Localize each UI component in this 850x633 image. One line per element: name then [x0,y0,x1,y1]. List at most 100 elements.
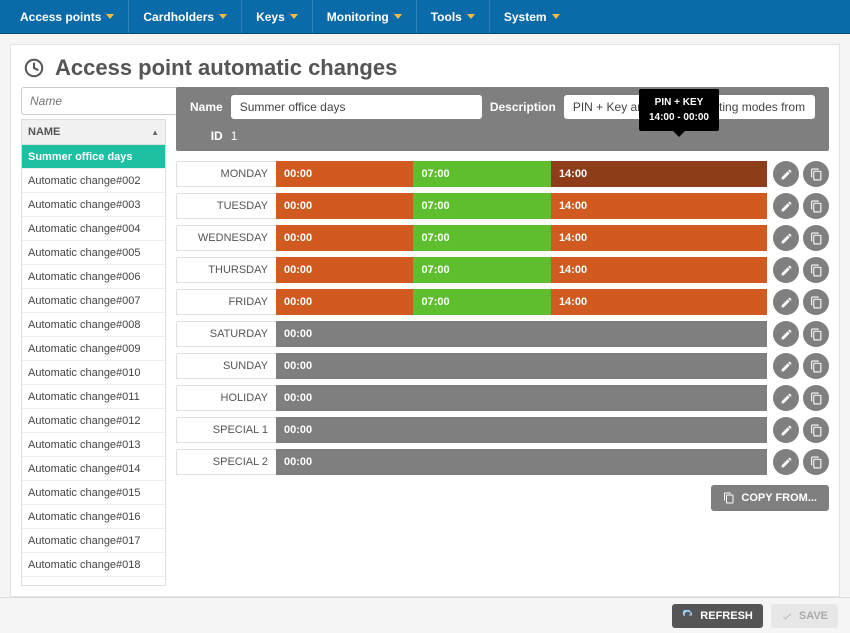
edit-button[interactable] [773,193,799,219]
copy-button[interactable] [803,353,829,379]
copy-button[interactable] [803,225,829,251]
list-item[interactable]: Automatic change#010 [22,361,165,385]
list-item[interactable]: Automatic change#018 [22,553,165,577]
copy-button[interactable] [803,161,829,187]
list-item[interactable]: Automatic change#011 [22,385,165,409]
time-segment[interactable]: 14:00 [551,193,767,219]
segment-tooltip: PIN + KEY 14:00 - 00:00 [639,89,719,131]
copy-button[interactable] [803,289,829,315]
copy-button[interactable] [803,385,829,411]
row-actions [773,257,829,283]
time-segment[interactable]: 00:00 [276,161,413,187]
nav-item[interactable]: Access points [6,0,129,33]
copy-icon [810,456,823,469]
copy-button[interactable] [803,417,829,443]
edit-button[interactable] [773,161,799,187]
time-segment[interactable]: 07:00 [413,161,550,187]
time-segment[interactable]: 07:00 [413,289,550,315]
day-bar[interactable]: 00:00 [276,385,767,411]
edit-button[interactable] [773,417,799,443]
chevron-down-icon [394,14,402,19]
time-segment[interactable]: 14:00 [551,289,767,315]
search-input[interactable] [21,87,196,115]
nav-item-label: System [504,10,547,24]
time-segment[interactable]: 00:00 [276,385,767,411]
time-segment[interactable]: 00:00 [276,225,413,251]
list-item[interactable]: Automatic change#006 [22,265,165,289]
day-bar[interactable]: 00:00 [276,321,767,347]
list-item[interactable]: Automatic change#005 [22,241,165,265]
day-bar[interactable]: 00:00 [276,353,767,379]
nav-item[interactable]: System [490,0,574,33]
tooltip-title: PIN + KEY [649,95,709,110]
copy-button[interactable] [803,321,829,347]
day-row: THURSDAY00:0007:0014:00 [176,257,829,283]
list-item[interactable]: Automatic change#015 [22,481,165,505]
name-input[interactable] [231,95,482,119]
list-item[interactable]: Automatic change#007 [22,289,165,313]
copy-from-button[interactable]: COPY FROM... [711,485,829,511]
time-segment[interactable]: 14:00 [551,225,767,251]
time-segment[interactable]: 00:00 [276,257,413,283]
time-segment[interactable]: 00:00 [276,417,767,443]
edit-button[interactable] [773,449,799,475]
pencil-icon [780,456,793,469]
day-label: MONDAY [176,161,276,187]
id-value: 1 [231,129,482,143]
day-row: SUNDAY00:00 [176,353,829,379]
day-bar[interactable]: 00:0007:0014:00 [276,225,767,251]
list-item[interactable]: Summer office days [22,145,165,169]
time-segment[interactable]: 07:00 [413,193,550,219]
day-row: FRIDAY00:0007:0014:00 [176,289,829,315]
nav-item[interactable]: Cardholders [129,0,242,33]
day-bar[interactable]: 00:00 [276,449,767,475]
edit-button[interactable] [773,257,799,283]
edit-button[interactable] [773,385,799,411]
refresh-label: REFRESH [700,610,753,622]
day-bar[interactable]: 00:0007:0014:00 [276,193,767,219]
list-item[interactable]: Automatic change#004 [22,217,165,241]
day-row: HOLIDAY00:00 [176,385,829,411]
time-segment[interactable]: 14:00 [551,257,767,283]
day-bar[interactable]: 00:0007:0014:00 [276,289,767,315]
list-item[interactable]: Automatic change#017 [22,529,165,553]
list-item[interactable]: Automatic change#009 [22,337,165,361]
list-item[interactable]: Automatic change#014 [22,457,165,481]
day-bar[interactable]: 00:0007:0014:00 [276,161,767,187]
refresh-button[interactable]: REFRESH [672,604,763,628]
copy-button[interactable] [803,257,829,283]
edit-button[interactable] [773,321,799,347]
copy-icon [810,360,823,373]
nav-item[interactable]: Tools [417,0,490,33]
edit-button[interactable] [773,353,799,379]
main-panel: Name Description ID 1 PIN + KEY 14:00 - … [176,87,829,586]
list-item[interactable]: Automatic change#008 [22,313,165,337]
time-segment[interactable]: 07:00 [413,257,550,283]
day-bar[interactable]: 00:0007:0014:00 [276,257,767,283]
nav-item[interactable]: Monitoring [313,0,417,33]
list-header[interactable]: NAME ▲ [21,119,166,145]
time-segment[interactable]: 00:00 [276,321,767,347]
list-item[interactable]: Automatic change#002 [22,169,165,193]
list-item[interactable]: Automatic change#016 [22,505,165,529]
list-item[interactable]: Automatic change#013 [22,433,165,457]
time-segment[interactable]: 14:00 [551,161,767,187]
pencil-icon [780,424,793,437]
time-segment[interactable]: 00:00 [276,289,413,315]
time-segment[interactable]: 07:00 [413,225,550,251]
time-segment[interactable]: 00:00 [276,449,767,475]
list-container[interactable]: Summer office daysAutomatic change#002Au… [21,145,166,586]
time-segment[interactable]: 00:00 [276,193,413,219]
list-item[interactable]: Automatic change#003 [22,193,165,217]
time-segment[interactable]: 00:00 [276,353,767,379]
day-bar[interactable]: 00:00 [276,417,767,443]
edit-button[interactable] [773,225,799,251]
copy-button[interactable] [803,193,829,219]
nav-item[interactable]: Keys [242,0,313,33]
edit-button[interactable] [773,289,799,315]
day-label: SPECIAL 1 [176,417,276,443]
chevron-down-icon [290,14,298,19]
page-header: Access point automatic changes [11,45,839,87]
copy-button[interactable] [803,449,829,475]
list-item[interactable]: Automatic change#012 [22,409,165,433]
